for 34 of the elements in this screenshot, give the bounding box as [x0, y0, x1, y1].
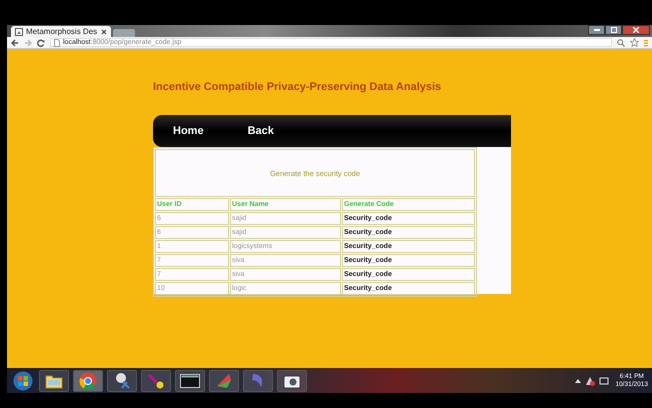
folder-icon [45, 372, 63, 388]
taskbar-button[interactable] [39, 370, 69, 392]
minimize-icon [594, 29, 600, 31]
nav-link[interactable]: Back [248, 125, 274, 137]
browser-tab[interactable]: Metamorphosis Des [11, 26, 111, 37]
network-icon[interactable] [585, 376, 596, 386]
zoom-icon[interactable] [617, 38, 625, 46]
close-button[interactable] [622, 25, 650, 35]
nav-link[interactable]: Home [173, 125, 204, 137]
reload-icon[interactable] [37, 38, 45, 46]
tools-icon [113, 372, 131, 390]
star-icon[interactable] [630, 38, 639, 47]
back-icon[interactable] [11, 38, 19, 46]
camera-icon [283, 372, 301, 388]
wand-icon [147, 372, 165, 390]
console-icon [180, 374, 200, 388]
chrome-icon [79, 372, 97, 390]
taskbar-button[interactable] [73, 370, 103, 392]
maximize-icon [610, 27, 616, 33]
windows-logo-icon [13, 370, 33, 390]
shapes-icon [215, 372, 233, 390]
close-icon [633, 27, 639, 33]
minimize-button[interactable] [588, 25, 605, 35]
caret-icon[interactable] [575, 378, 582, 382]
taskbar-button[interactable] [277, 370, 307, 392]
taskbar-button[interactable] [107, 370, 137, 392]
page-title: Incentive Compatible Privacy-Preserving Data Analysis [153, 81, 442, 93]
taskbar-button[interactable] [141, 370, 171, 392]
tab-title: Metamorphosis Des [26, 27, 98, 36]
close-icon[interactable] [101, 28, 107, 34]
start-button[interactable] [11, 368, 35, 392]
flag-icon[interactable] [599, 376, 610, 386]
taskbar-button[interactable] [175, 370, 205, 392]
maximize-button[interactable] [605, 25, 622, 35]
